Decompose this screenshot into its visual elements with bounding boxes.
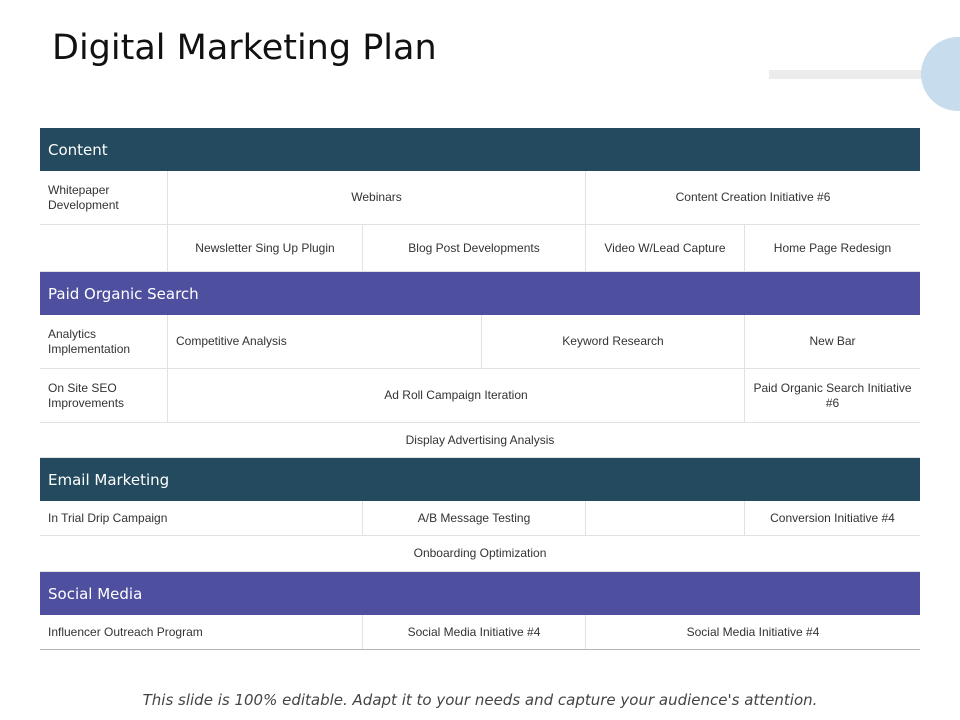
- table-cell: Ad Roll Campaign Iteration: [167, 369, 744, 422]
- table-row: Display Advertising Analysis: [40, 423, 920, 458]
- table-row: Onboarding Optimization: [40, 536, 920, 572]
- table-cell: A/B Message Testing: [362, 501, 585, 535]
- table-row: In Trial Drip Campaign A/B Message Testi…: [40, 501, 920, 536]
- table-cell: Display Advertising Analysis: [405, 432, 555, 447]
- table-cell: Keyword Research: [481, 315, 744, 368]
- table-cell: In Trial Drip Campaign: [48, 510, 168, 525]
- table-cell: Conversion Initiative #4: [744, 501, 920, 535]
- marketing-plan-table: Content Whitepaper Development Webinars …: [40, 128, 920, 651]
- table-row: Newsletter Sing Up Plugin Blog Post Deve…: [40, 225, 920, 272]
- table-cell: Influencer Outreach Program: [48, 624, 203, 639]
- table-cell: Social Media Initiative #4: [585, 615, 920, 649]
- table-cell: New Bar: [744, 315, 920, 368]
- table-row: Analytics Implementation Competitive Ana…: [40, 315, 920, 369]
- table-cell: Social Media Initiative #4: [362, 615, 585, 649]
- page-title: Digital Marketing Plan: [52, 28, 437, 68]
- table-cell: Blog Post Developments: [362, 225, 585, 271]
- table-row: On Site SEO Improvements Ad Roll Campaig…: [40, 369, 920, 423]
- table-cell: On Site SEO Improvements: [48, 380, 125, 410]
- table-cell: Whitepaper Development: [48, 182, 119, 212]
- table-cell: Analytics Implementation: [48, 326, 131, 356]
- table-cell: Video W/Lead Capture: [585, 225, 744, 271]
- decorative-circle: [921, 37, 960, 111]
- table-row: Influencer Outreach Program Social Media…: [40, 615, 920, 650]
- table-cell: Competitive Analysis: [167, 315, 481, 368]
- footer-note: This slide is 100% editable. Adapt it to…: [142, 691, 818, 709]
- table-cell: Paid Organic Search Initiative #6: [744, 369, 920, 422]
- table-row: Whitepaper Development Webinars Content …: [40, 171, 920, 225]
- table-cell: [585, 501, 744, 535]
- table-cell: Onboarding Optimization: [413, 546, 547, 560]
- section-header-content: Content: [40, 128, 920, 171]
- table-cell: Content Creation Initiative #6: [585, 171, 920, 224]
- table-cell: Home Page Redesign: [744, 225, 920, 271]
- table-cell: Newsletter Sing Up Plugin: [167, 225, 362, 271]
- section-header-email-marketing: Email Marketing: [40, 458, 920, 501]
- section-header-social-media: Social Media: [40, 572, 920, 615]
- table-cell: [40, 225, 167, 271]
- table-cell: Webinars: [167, 171, 585, 224]
- section-header-paid-organic-search: Paid Organic Search: [40, 272, 920, 315]
